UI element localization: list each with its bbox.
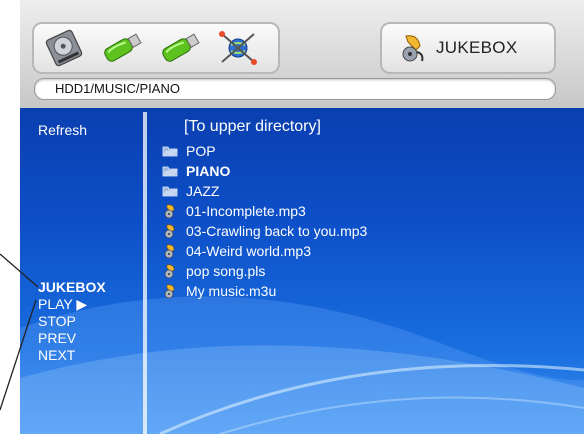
top-bar: JUKEBOX HDD1/MUSIC/PIANO bbox=[20, 0, 584, 108]
mode-indicator[interactable]: JUKEBOX bbox=[380, 22, 556, 74]
browser-area: Refresh JUKEBOX PLAY ▶ STOP PREV NEXT [T… bbox=[20, 108, 584, 434]
playback-menu: JUKEBOX PLAY ▶ STOP PREV NEXT bbox=[38, 279, 106, 364]
music-file-icon bbox=[162, 263, 178, 279]
menu-prev[interactable]: PREV bbox=[38, 330, 106, 347]
list-item-label: pop song.pls bbox=[186, 263, 266, 279]
list-item-label: POP bbox=[186, 143, 216, 159]
list-item[interactable]: 04-Weird world.mp3 bbox=[162, 241, 367, 261]
list-item-label: My music.m3u bbox=[186, 283, 277, 299]
menu-jukebox[interactable]: JUKEBOX bbox=[38, 279, 106, 296]
list-item[interactable]: 03-Crawling back to you.mp3 bbox=[162, 221, 367, 241]
mode-label: JUKEBOX bbox=[436, 38, 518, 57]
folder-icon bbox=[162, 163, 178, 179]
list-item-label: 01-Incomplete.mp3 bbox=[186, 203, 306, 219]
path-bar: HDD1/MUSIC/PIANO bbox=[34, 78, 556, 100]
jukebox-icon bbox=[396, 32, 428, 64]
folder-icon bbox=[162, 183, 178, 199]
device-tray bbox=[32, 22, 280, 74]
list-item[interactable]: JAZZ bbox=[162, 181, 367, 201]
media-player-screen: JUKEBOX HDD1/MUSIC/PIANO Refresh JUKEBOX… bbox=[20, 0, 584, 434]
refresh-button[interactable]: Refresh bbox=[38, 122, 87, 139]
list-item-label: 03-Crawling back to you.mp3 bbox=[186, 223, 368, 239]
list-item-label: PIANO bbox=[186, 163, 231, 179]
list-item[interactable]: POP bbox=[162, 141, 367, 161]
list-item[interactable]: pop song.pls bbox=[162, 261, 367, 281]
menu-stop[interactable]: STOP bbox=[38, 313, 106, 330]
column-divider bbox=[143, 112, 147, 434]
music-file-icon bbox=[162, 223, 178, 239]
menu-play[interactable]: PLAY ▶ bbox=[38, 296, 106, 313]
menu-next[interactable]: NEXT bbox=[38, 347, 106, 364]
network-icon[interactable] bbox=[216, 28, 260, 68]
list-item-label: JAZZ bbox=[186, 183, 220, 199]
list-item[interactable]: PIANO bbox=[162, 161, 367, 181]
hard-disk-icon[interactable] bbox=[42, 28, 86, 68]
music-file-icon bbox=[162, 243, 178, 259]
current-path: HDD1/MUSIC/PIANO bbox=[55, 81, 180, 96]
usb-drive-icon[interactable] bbox=[100, 28, 144, 68]
music-file-icon bbox=[162, 283, 178, 299]
list-item[interactable]: My music.m3u bbox=[162, 281, 367, 301]
folder-icon bbox=[162, 143, 178, 159]
file-list: [To upper directory] POP PIANO JAZZ 01-Inco… bbox=[162, 118, 367, 301]
music-file-icon bbox=[162, 203, 178, 219]
upper-directory-link[interactable]: [To upper directory] bbox=[184, 118, 367, 136]
list-item-label: 04-Weird world.mp3 bbox=[186, 243, 312, 259]
list-item[interactable]: 01-Incomplete.mp3 bbox=[162, 201, 367, 221]
usb-drive-icon[interactable] bbox=[158, 28, 202, 68]
